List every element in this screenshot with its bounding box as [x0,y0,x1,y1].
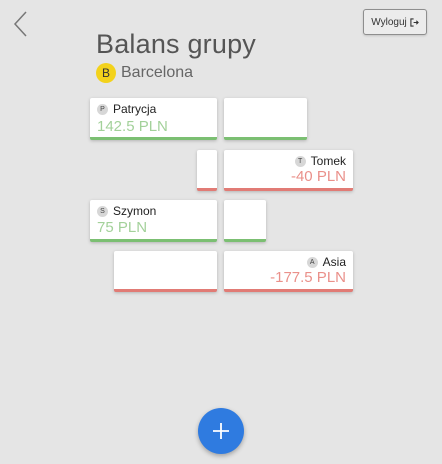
member-balance: -40 PLN [290,168,346,185]
member-name: Tomek [310,154,346,168]
avatar: T [294,155,306,167]
chevron-left-icon [13,11,27,37]
logout-label: Wyloguj [371,16,407,28]
group-name: Barcelona [121,64,194,81]
avatar: P [97,103,108,115]
avatar: S [97,205,108,217]
logout-button[interactable]: Wyloguj [363,9,427,35]
balance-bar-szymon[interactable]: S Szymon 75 PLN [90,200,217,242]
member-balance: 142.5 PLN [97,118,168,135]
balance-bar-empty [114,251,217,292]
group-avatar: B [96,63,116,83]
member-balance: -177.5 PLN [270,269,346,286]
member-balance: 75 PLN [97,219,148,236]
balance-bar-empty [224,200,266,242]
add-expense-button[interactable] [198,408,244,454]
logout-icon [410,17,419,27]
member-name: Patrycja [113,102,157,116]
member-name: Asia [322,255,346,269]
balance-bar-empty [197,150,217,191]
avatar: A [306,256,318,268]
plus-icon [213,423,229,439]
back-button[interactable] [12,10,32,38]
page-title: Balans grupy [96,29,256,59]
balance-bar-patrycja[interactable]: P Patrycja 142.5 PLN [90,98,217,140]
balance-bar-asia[interactable]: A Asia -177.5 PLN [224,251,353,292]
member-name: Szymon [113,204,157,218]
balance-bar-tomek[interactable]: T Tomek -40 PLN [224,150,353,191]
balance-bar-empty [224,98,307,140]
group-header: B Barcelona [96,63,193,83]
